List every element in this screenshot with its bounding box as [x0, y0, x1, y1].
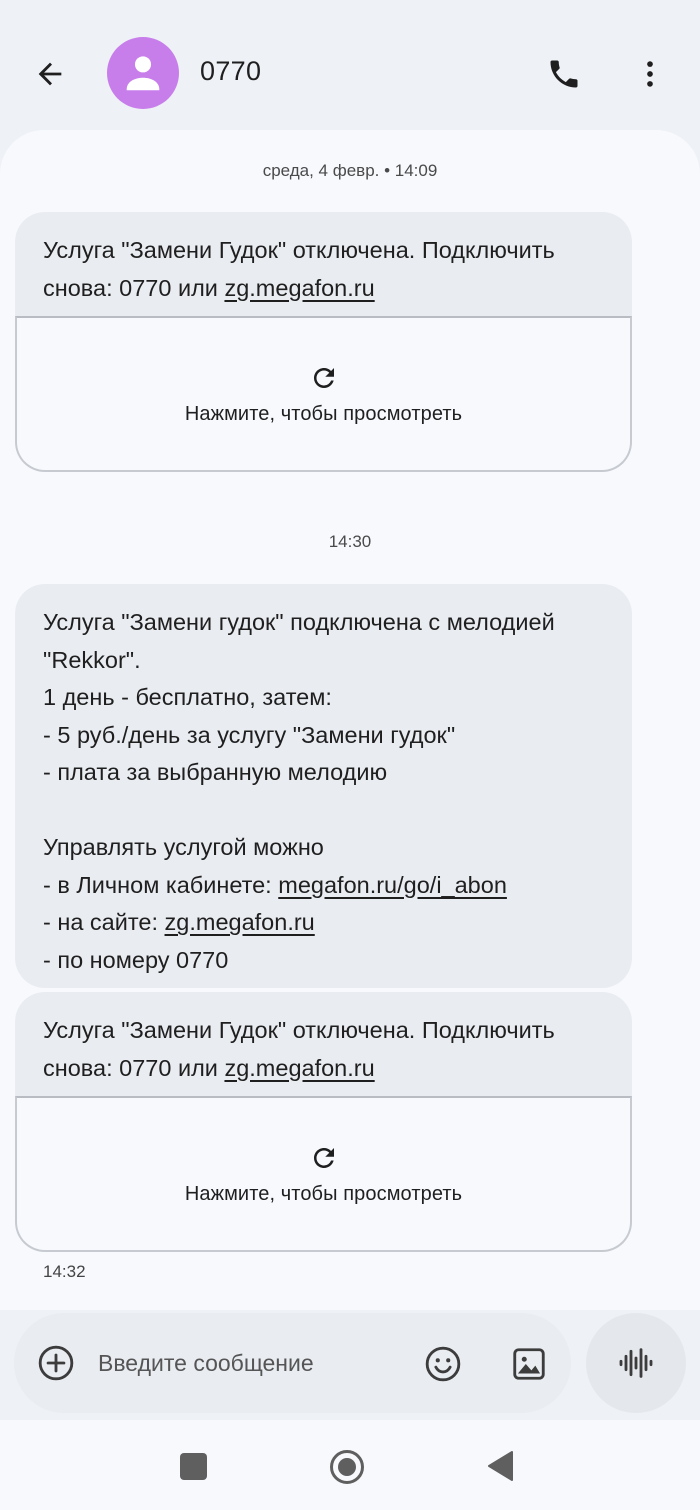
emoji-button[interactable]	[422, 1343, 464, 1385]
preview-label: Нажмите, чтобы просмотреть	[184, 402, 463, 425]
message-line: - на сайте: zg.megafon.ru	[43, 904, 604, 942]
more-vertical-icon	[647, 61, 653, 87]
voice-wave-icon	[619, 1348, 653, 1378]
message-timestamp: 14:32	[43, 1262, 86, 1281]
message-line: 1 день - бесплатно, затем:	[43, 684, 332, 710]
conversation-area[interactable]: среда, 4 февр. • 14:09 Услуга "Замени Гу…	[0, 130, 700, 1310]
more-options-button[interactable]	[626, 50, 674, 98]
time-separator: 14:30	[328, 532, 372, 551]
voice-message-button[interactable]	[586, 1313, 686, 1413]
add-attachment-button[interactable]	[36, 1343, 76, 1383]
message-line: Услуга "Замени гудок" подключена с мелод…	[43, 609, 562, 673]
message-input[interactable]	[98, 1343, 398, 1383]
date-separator: среда, 4 февр. • 14:09	[262, 161, 438, 180]
person-icon	[126, 56, 160, 91]
message-composer	[14, 1313, 571, 1413]
emoji-icon	[425, 1346, 461, 1382]
refresh-icon	[313, 1147, 334, 1168]
circle-home-icon[interactable]	[329, 1449, 365, 1485]
system-navigation-bar	[0, 1420, 700, 1510]
square-icon[interactable]	[180, 1453, 207, 1480]
image-icon	[513, 1348, 545, 1380]
message-line: - плата за выбранную мелодию	[43, 759, 388, 785]
back-button[interactable]	[26, 50, 74, 98]
preview-label: Нажмите, чтобы просмотреть	[184, 1182, 463, 1205]
call-button[interactable]	[540, 50, 588, 98]
add-circle-icon	[38, 1345, 74, 1381]
phone-icon	[550, 60, 578, 88]
message-link[interactable]: zg.megafon.ru	[224, 1055, 374, 1081]
contact-name: 0770	[200, 56, 262, 86]
gallery-button[interactable]	[508, 1343, 550, 1385]
message-line: - в Личном кабинете: megafon.ru/go/i_abo…	[43, 867, 604, 905]
arrow-left-icon	[38, 62, 62, 86]
message-text: - в Личном кабинете:	[43, 871, 279, 898]
message-bubble[interactable]: Услуга "Замени гудок" подключена с мелод…	[15, 584, 632, 988]
message-bubble[interactable]: Услуга "Замени Гудок" отключена. Подключ…	[15, 212, 632, 318]
triangle-back-icon[interactable]	[486, 1450, 514, 1482]
message-line: Управлять услугой можно	[43, 834, 324, 860]
app-header: 0770	[0, 0, 700, 140]
mms-preview-card[interactable]: Нажмите, чтобы просмотреть	[15, 316, 632, 472]
message-bubble[interactable]: Услуга "Замени Гудок" отключена. Подключ…	[15, 992, 632, 1098]
mms-preview-card[interactable]: Нажмите, чтобы просмотреть	[15, 1096, 632, 1252]
message-text: - на сайте:	[43, 909, 165, 935]
message-link[interactable]: zg.megafon.ru	[224, 275, 374, 301]
avatar[interactable]	[107, 37, 179, 109]
message-line: - 5 руб./день за услугу "Замени гудок"	[43, 721, 456, 748]
message-line: - по номеру 0770	[43, 946, 229, 973]
refresh-icon	[313, 367, 334, 388]
message-link[interactable]: zg.megafon.ru	[165, 909, 315, 935]
message-link[interactable]: megafon.ru/go/i_abon	[278, 872, 507, 898]
